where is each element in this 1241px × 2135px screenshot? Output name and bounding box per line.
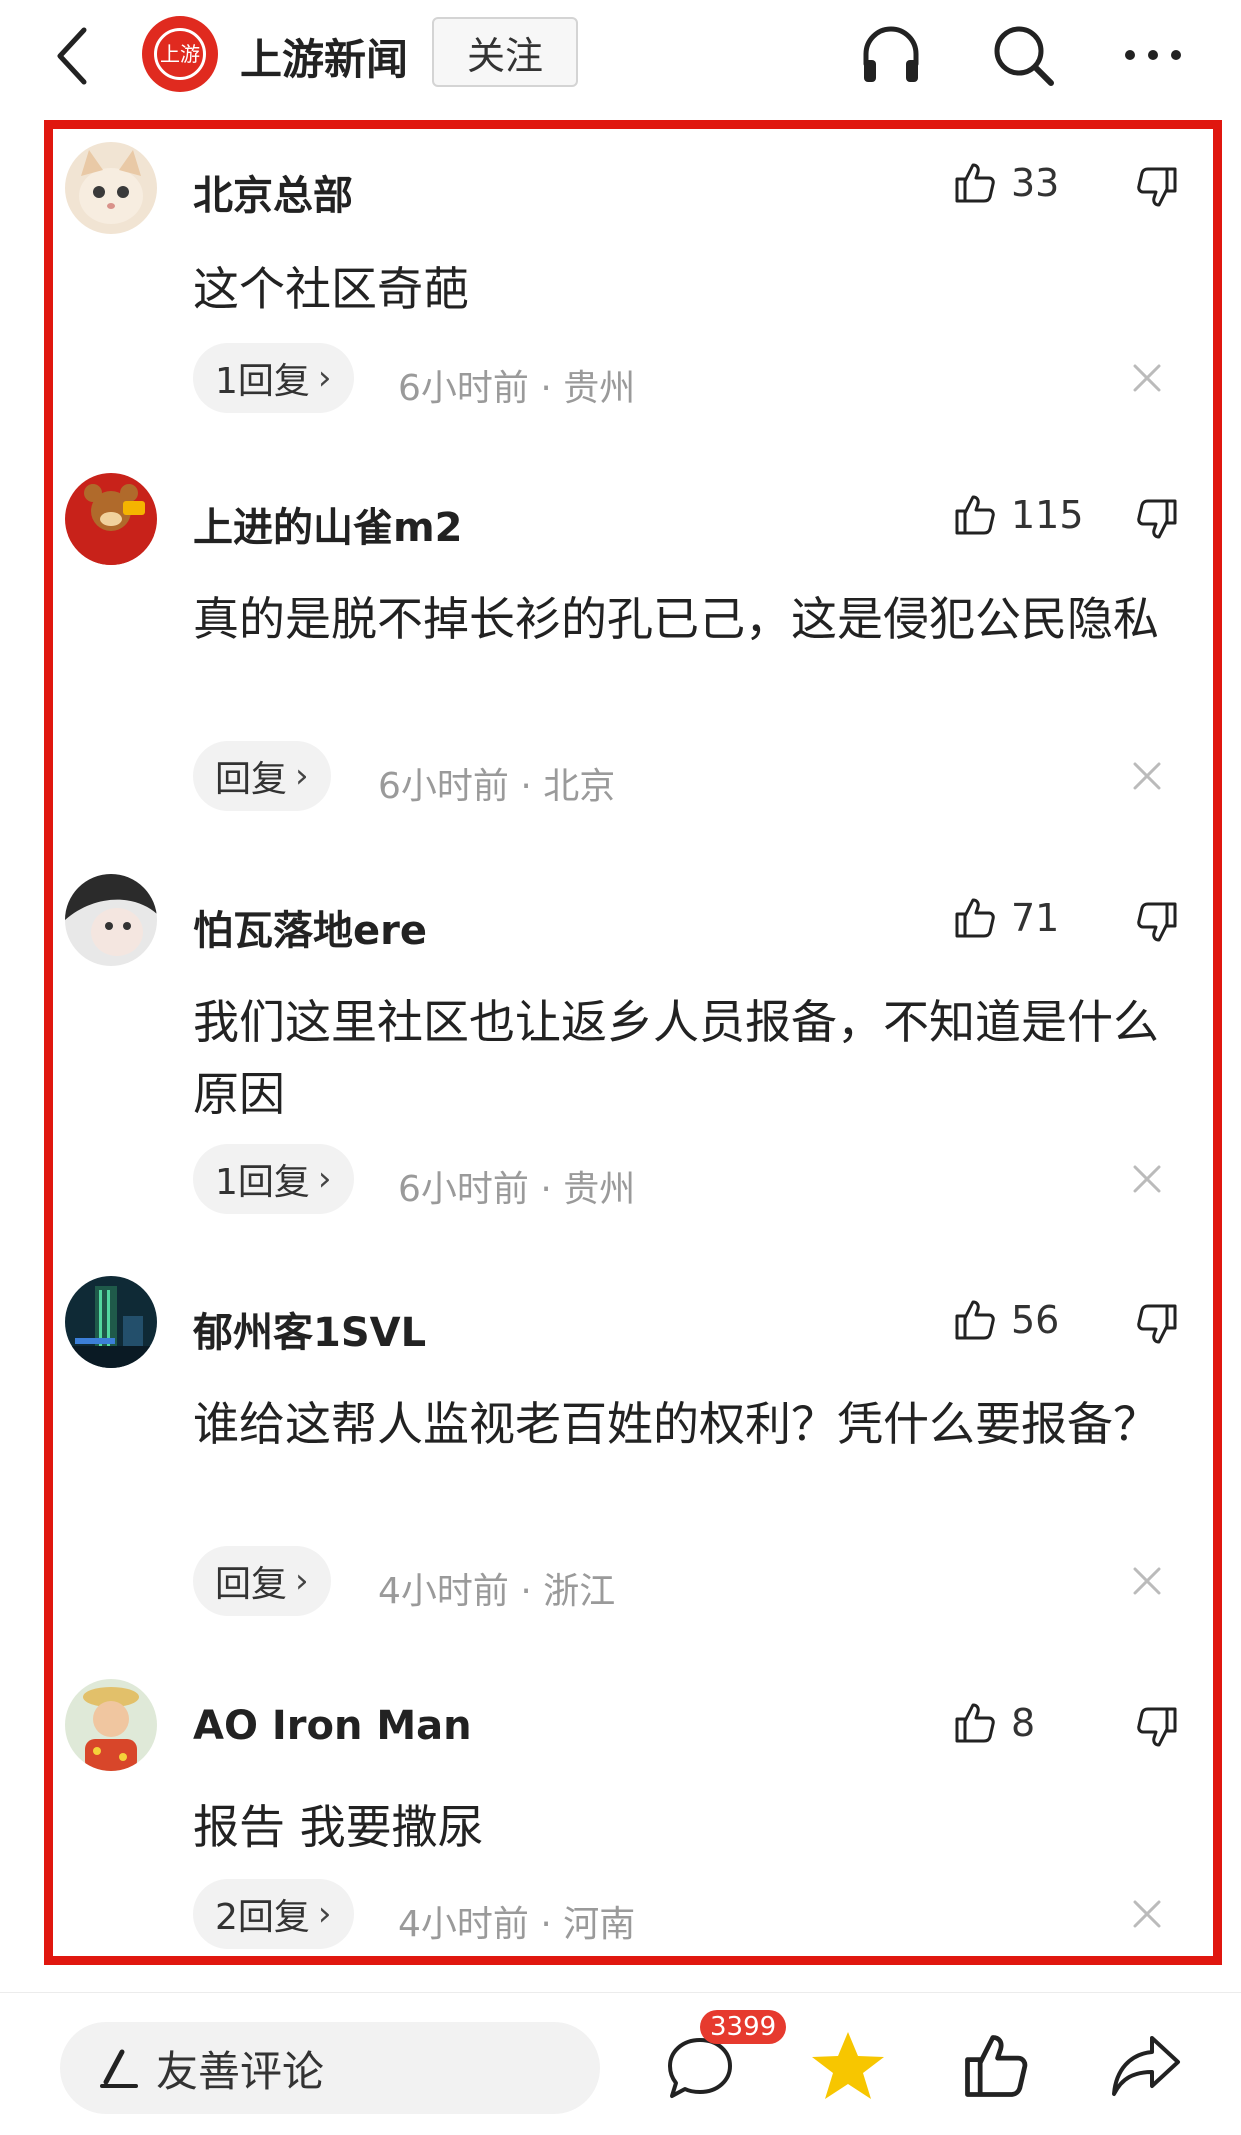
comment-time: 6小时前 [398, 368, 529, 409]
like-button[interactable]: 71 [951, 894, 1059, 942]
comment-username[interactable]: 北京总部 [193, 163, 353, 221]
chevron-right-icon: › [317, 358, 332, 398]
like-button[interactable]: 33 [951, 159, 1059, 207]
close-icon[interactable] [1131, 362, 1163, 394]
comment-input[interactable]: 友善评论 [60, 2022, 600, 2114]
close-icon[interactable] [1131, 1163, 1163, 1195]
avatar[interactable] [65, 142, 157, 234]
like-button[interactable]: 115 [951, 491, 1084, 539]
comment-time: 6小时前 [398, 1169, 529, 1210]
kitten-avatar-image [65, 142, 157, 234]
avatar[interactable] [65, 1276, 157, 1368]
thumbs-down-icon[interactable] [1133, 495, 1181, 543]
comment-input-placeholder: 友善评论 [156, 2046, 325, 2096]
comment-text: 我们这里社区也让返乡人员报备，不知道是什么原因 [193, 995, 1159, 1121]
page-title[interactable]: 上游新闻 [240, 26, 408, 87]
thumbs-up-icon [955, 898, 995, 938]
more-icon[interactable] [1118, 20, 1188, 90]
reply-button[interactable]: 回复 › [193, 741, 331, 811]
portrait-avatar-image [65, 874, 157, 966]
comment-meta: 6小时前 · 贵州 [398, 368, 636, 409]
brand-logo[interactable]: 上游 [142, 16, 218, 92]
search-icon[interactable] [988, 20, 1058, 90]
reply-label: 1回复 [215, 361, 310, 402]
comment-text: 谁给这帮人监视老百姓的权利？凭什么要报备？ [193, 1397, 1159, 1451]
comment-username[interactable]: 怕瓦落地ere [193, 898, 427, 956]
pen-icon [100, 2049, 138, 2088]
thumbs-down-icon[interactable] [1133, 1703, 1181, 1751]
bottom-divider [0, 1992, 1241, 1993]
comment-text: 报告 我要撒尿 [193, 1800, 484, 1854]
comment-username[interactable]: AO Iron Man [193, 1703, 472, 1749]
thumbs-up-icon [955, 1300, 995, 1340]
like-button[interactable]: 56 [951, 1296, 1059, 1344]
cartoon-mouse-avatar-image [65, 473, 157, 565]
comments-highlight-frame: 北京总部 33 这个社区奇葩 1回复 › 6小时前 · 贵州 上进的山雀m2 1… [44, 120, 1222, 1965]
avatar[interactable] [65, 473, 157, 565]
share-icon[interactable] [1108, 2030, 1184, 2102]
comment-time: 6小时前 [378, 766, 509, 807]
headphone-icon[interactable] [856, 20, 926, 90]
comment-meta: 4小时前 · 河南 [398, 1904, 636, 1945]
comment-time: 4小时前 [378, 1571, 509, 1612]
comment-meta: 4小时前 · 浙江 [378, 1571, 616, 1612]
comment-text: 这个社区奇葩 [193, 262, 469, 316]
reply-button[interactable]: 回复 › [193, 1546, 331, 1616]
reply-button[interactable]: 2回复 › [193, 1879, 354, 1949]
reply-label: 回复 [215, 1564, 288, 1605]
child-avatar-image [65, 1679, 157, 1771]
thumbs-up-icon [955, 495, 995, 535]
avatar[interactable] [65, 874, 157, 966]
thumbs-down-icon[interactable] [1133, 1300, 1181, 1348]
comment-location: 贵州 [563, 368, 636, 409]
comment-username[interactable]: 郁州客1SVL [193, 1300, 426, 1358]
city-night-avatar-image [65, 1276, 157, 1368]
star-icon[interactable] [808, 2026, 888, 2106]
close-icon[interactable] [1131, 760, 1163, 792]
comment-location: 贵州 [563, 1169, 636, 1210]
like-count: 115 [1011, 493, 1084, 537]
comment-location: 河南 [563, 1904, 636, 1945]
chevron-right-icon: › [295, 756, 309, 796]
comment-meta: 6小时前 · 北京 [378, 766, 616, 807]
comment-location: 北京 [543, 766, 616, 807]
chevron-right-icon: › [295, 1561, 309, 1601]
reply-label: 2回复 [215, 1897, 310, 1938]
comment-location: 浙江 [543, 1571, 616, 1612]
comment-count-badge: 3399 [700, 2010, 787, 2044]
chevron-right-icon: › [317, 1894, 332, 1934]
reply-label: 回复 [215, 759, 288, 800]
like-button[interactable]: 8 [951, 1699, 1035, 1747]
like-count: 56 [1011, 1298, 1060, 1342]
avatar[interactable] [65, 1679, 157, 1771]
logo-text: 上游 [154, 28, 206, 80]
thumbs-down-icon[interactable] [1133, 163, 1181, 211]
top-bar: 上游 上游新闻 关注 [0, 0, 1241, 112]
reply-button[interactable]: 1回复 › [193, 343, 354, 413]
reply-label: 1回复 [215, 1162, 310, 1203]
comment-meta: 6小时前 · 贵州 [398, 1169, 636, 1210]
like-count: 8 [1011, 1701, 1036, 1745]
thumbs-down-icon[interactable] [1133, 898, 1181, 946]
comment-time: 4小时前 [398, 1904, 529, 1945]
follow-button[interactable]: 关注 [432, 17, 578, 87]
reply-button[interactable]: 1回复 › [193, 1144, 354, 1214]
thumbs-up-icon[interactable] [958, 2026, 1034, 2106]
chevron-right-icon: › [317, 1159, 332, 1199]
comment-text: 真的是脱不掉长衫的孔已己，这是侵犯公民隐私 [193, 592, 1159, 646]
back-icon[interactable] [52, 24, 92, 88]
like-count: 71 [1011, 896, 1060, 940]
thumbs-up-icon [955, 163, 995, 203]
close-icon[interactable] [1131, 1898, 1163, 1930]
comment-username[interactable]: 上进的山雀m2 [193, 495, 463, 553]
close-icon[interactable] [1131, 1565, 1163, 1597]
like-count: 33 [1011, 161, 1060, 205]
thumbs-up-icon [955, 1703, 995, 1743]
